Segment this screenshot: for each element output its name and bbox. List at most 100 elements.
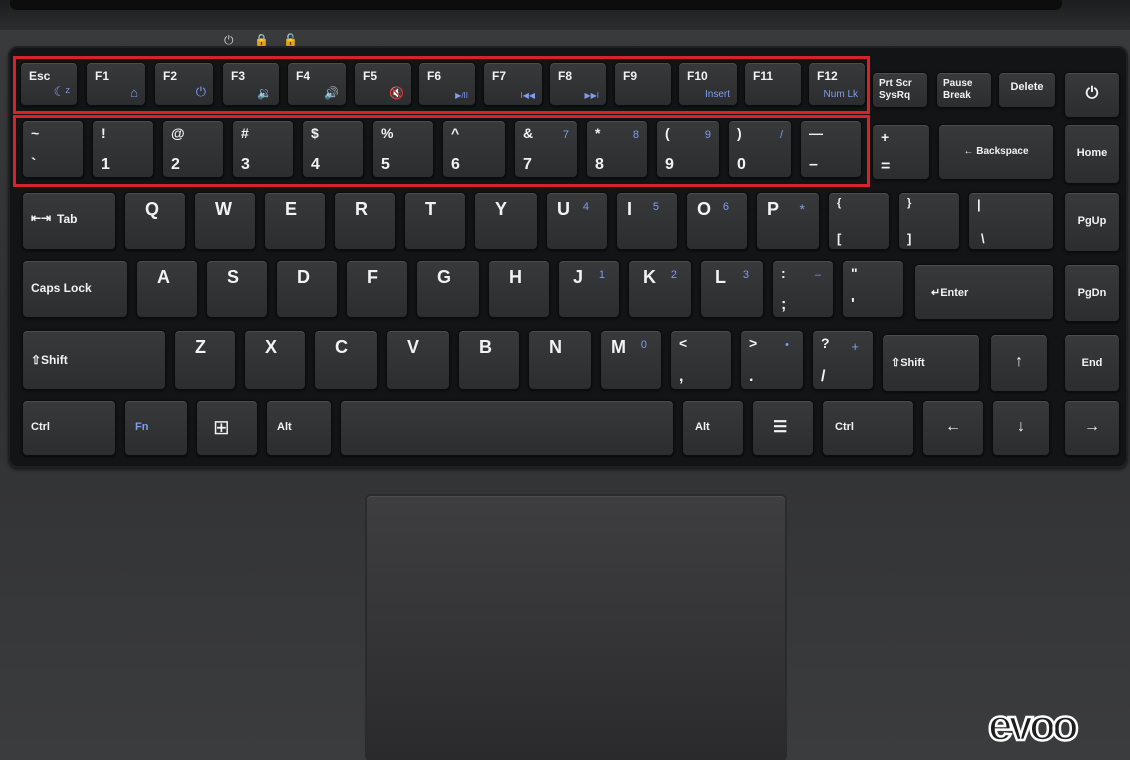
slash-key[interactable]: ? / + [812, 330, 874, 390]
f5-key[interactable]: F5 🔇 [354, 62, 412, 106]
f1-key[interactable]: F1 ⌂ [86, 62, 146, 106]
end-key[interactable]: End [1064, 334, 1120, 392]
key-y-label: Y [495, 199, 508, 219]
key-6[interactable]: ^ 6 [442, 120, 506, 178]
touchpad[interactable] [367, 496, 785, 760]
right-brace-symbol: } [907, 197, 912, 209]
backspace-key[interactable]: ← Backspace [938, 124, 1054, 180]
power-button[interactable]: ⏻ [1064, 72, 1120, 118]
key-f[interactable]: F [346, 260, 408, 318]
key-k[interactable]: K 2 [628, 260, 692, 318]
key-c[interactable]: C [314, 330, 378, 390]
f10-key[interactable]: F10 Insert [678, 62, 738, 106]
arrow-down-key[interactable]: ↓ [992, 400, 1050, 456]
tab-icon: ⇤⇥ [31, 211, 52, 225]
key-l-label: L [715, 267, 726, 287]
key-n[interactable]: N [528, 330, 592, 390]
key-l[interactable]: L 3 [700, 260, 764, 318]
arrow-right-key[interactable]: → [1064, 400, 1120, 456]
key-r[interactable]: R [334, 192, 396, 250]
comma-key[interactable]: < , [670, 330, 732, 390]
tilde-key[interactable]: ~ ` [22, 120, 84, 178]
backslash-key[interactable]: | \ [968, 192, 1054, 250]
tab-key[interactable]: ⇤⇥ Tab [22, 192, 116, 250]
pgdn-key[interactable]: PgDn [1064, 264, 1120, 322]
key-i[interactable]: I 5 [616, 192, 678, 250]
fn-key[interactable]: Fn [124, 400, 188, 456]
right-ctrl-key[interactable]: Ctrl [822, 400, 914, 456]
home-key[interactable]: Home [1064, 124, 1120, 184]
key-m[interactable]: M 0 [600, 330, 662, 390]
left-alt-key[interactable]: Alt [266, 400, 332, 456]
key-9[interactable]: ( 9 9 [656, 120, 720, 178]
key-j[interactable]: J 1 [558, 260, 620, 318]
key-q-label: Q [145, 199, 160, 219]
menu-key[interactable]: ☰ [752, 400, 814, 456]
f6-key[interactable]: F6 ▶/II [418, 62, 476, 106]
left-ctrl-key[interactable]: Ctrl [22, 400, 116, 456]
key-1[interactable]: ! 1 [92, 120, 154, 178]
space-bar[interactable] [340, 400, 674, 456]
key-v[interactable]: V [386, 330, 450, 390]
key-i-numpad: 5 [652, 201, 659, 213]
windows-key[interactable]: ⊞ [196, 400, 258, 456]
arrow-up-key[interactable]: ↑ [990, 334, 1048, 392]
key-y[interactable]: Y [474, 192, 538, 250]
key-a[interactable]: A [136, 260, 198, 318]
pause-key[interactable]: Pause Break [936, 72, 992, 108]
key-j-numpad: 1 [598, 269, 605, 281]
period-key[interactable]: > . • [740, 330, 804, 390]
left-bracket-key[interactable]: { [ [828, 192, 890, 250]
key-s-label: S [227, 267, 240, 287]
f12-key[interactable]: F12 Num Lk [808, 62, 866, 106]
key-o-numpad: 6 [722, 201, 729, 213]
quote-key[interactable]: " ' [842, 260, 904, 318]
minus-key[interactable]: — – [800, 120, 862, 178]
right-alt-key[interactable]: Alt [682, 400, 744, 456]
caps-lock-key[interactable]: Caps Lock [22, 260, 128, 318]
key-z[interactable]: Z [174, 330, 236, 390]
key-t[interactable]: T [404, 192, 466, 250]
pipe-symbol: | [977, 197, 981, 212]
key-4[interactable]: $ 4 [302, 120, 364, 178]
right-shift-key[interactable]: ⇧Shift [882, 334, 980, 392]
key-s[interactable]: S [206, 260, 268, 318]
esc-key[interactable]: Esc ☾ᶻ [20, 62, 78, 106]
touchpad-toggle-icon: ⏻ [195, 84, 206, 99]
key-7[interactable]: & 7 7 [514, 120, 578, 178]
key-w[interactable]: W [194, 192, 256, 250]
key-0[interactable]: ) 0 / [728, 120, 792, 178]
key-3[interactable]: # 3 [232, 120, 294, 178]
f11-key[interactable]: F11 [744, 62, 802, 106]
prt-scr-key[interactable]: Prt Scr SysRq [872, 72, 928, 108]
key-x[interactable]: X [244, 330, 306, 390]
arrow-left-key[interactable]: ← [922, 400, 984, 456]
key-5[interactable]: % 5 [372, 120, 434, 178]
key-k-label: K [643, 267, 656, 287]
key-q[interactable]: Q [124, 192, 186, 250]
f8-key[interactable]: F8 ▶▶I [549, 62, 607, 106]
key-2[interactable]: @ 2 [162, 120, 224, 178]
enter-key[interactable]: ↵Enter [914, 264, 1054, 320]
key-u[interactable]: U 4 [546, 192, 608, 250]
key-g[interactable]: G [416, 260, 480, 318]
right-bracket-key[interactable]: } ] [898, 192, 960, 250]
semicolon-key[interactable]: : ; – [772, 260, 834, 318]
left-shift-key[interactable]: ⇧Shift [22, 330, 166, 390]
key-d[interactable]: D [276, 260, 338, 318]
key-h[interactable]: H [488, 260, 550, 318]
key-p[interactable]: P * [756, 192, 820, 250]
f9-key[interactable]: F9 [614, 62, 672, 106]
f2-key[interactable]: F2 ⏻ [154, 62, 214, 106]
pgup-key[interactable]: PgUp [1064, 192, 1120, 252]
f12-label: F12 [817, 69, 838, 83]
key-o[interactable]: O 6 [686, 192, 748, 250]
f4-key[interactable]: F4 🔊 [287, 62, 347, 106]
equals-key[interactable]: + = [872, 124, 930, 180]
f7-key[interactable]: F7 I◀◀ [483, 62, 543, 106]
key-e[interactable]: E [264, 192, 326, 250]
key-b[interactable]: B [458, 330, 520, 390]
f3-key[interactable]: F3 🔉 [222, 62, 280, 106]
delete-key[interactable]: Delete [998, 72, 1056, 108]
key-8[interactable]: * 8 8 [586, 120, 648, 178]
